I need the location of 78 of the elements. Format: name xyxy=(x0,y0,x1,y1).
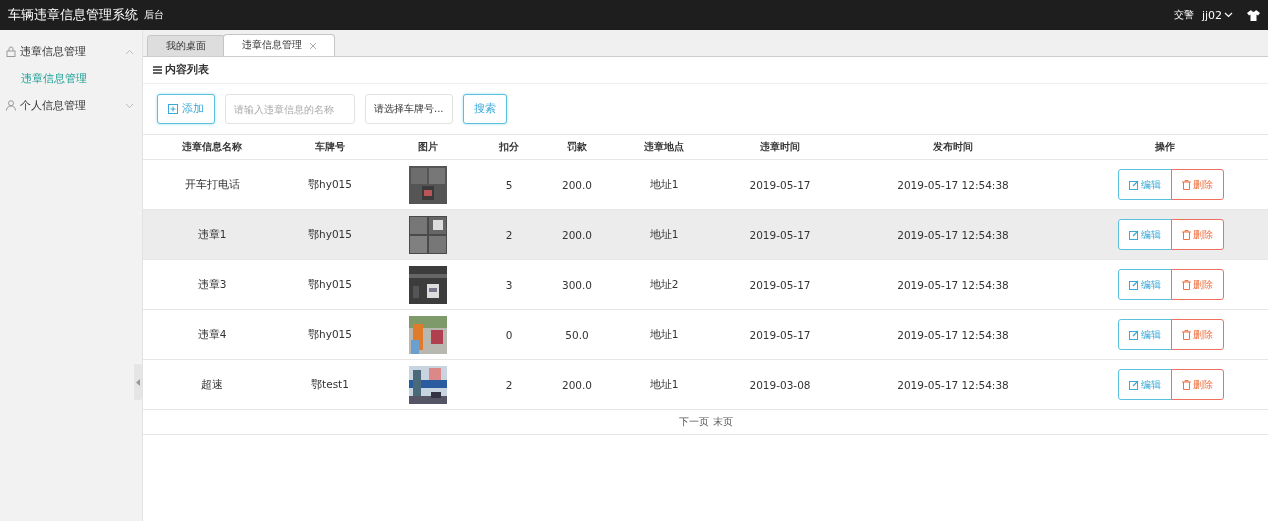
plate-select[interactable]: 请选择车牌号... xyxy=(365,94,453,124)
panel-title: 内容列表 xyxy=(165,63,209,77)
user-menu[interactable]: jj02 xyxy=(1201,8,1233,22)
table-cell: 鄂hy015 xyxy=(308,227,352,242)
edit-icon xyxy=(1129,179,1139,190)
app-title: 车辆违章信息管理系统 xyxy=(8,6,138,24)
table-cell: 2019-03-08 xyxy=(749,378,811,391)
column-header: 车牌号 xyxy=(315,140,345,154)
table-cell: 违章3 xyxy=(197,277,227,292)
chevron-down-icon xyxy=(125,102,134,109)
table-cell: 地址2 xyxy=(649,277,679,292)
shirt-icon[interactable] xyxy=(1247,9,1260,21)
plus-square-icon xyxy=(168,104,178,114)
user-role: 交警 xyxy=(1173,8,1194,22)
table-cell: 违章4 xyxy=(197,327,227,342)
table-cell: 200.0 xyxy=(561,178,593,191)
trash-icon xyxy=(1182,179,1191,190)
menu-icon xyxy=(153,66,162,74)
edit-icon xyxy=(1129,279,1139,290)
table-cell: 2 xyxy=(505,228,513,241)
table-cell: 地址1 xyxy=(649,377,679,392)
column-header: 发布时间 xyxy=(933,140,973,154)
trash-icon xyxy=(1182,329,1191,340)
caret-left-icon xyxy=(136,378,140,386)
edit-icon xyxy=(1129,379,1139,390)
tab[interactable]: 我的桌面 xyxy=(147,35,225,56)
table-cell: 2019-05-17 xyxy=(749,328,811,341)
name-input-field[interactable]: 请输入违章信息的名称 xyxy=(225,94,355,124)
column-header: 图片 xyxy=(418,140,438,154)
table-cell: 2019-05-17 12:54:38 xyxy=(897,328,1009,341)
edit-icon xyxy=(1129,329,1139,340)
trash-icon xyxy=(1182,379,1191,390)
chevron-down-icon xyxy=(1224,12,1233,18)
table-cell: 2019-05-17 12:54:38 xyxy=(897,378,1009,391)
table-cell: 地址1 xyxy=(649,327,679,342)
sidebar-item[interactable]: 违章信息管理 xyxy=(0,38,142,65)
table-cell: 5 xyxy=(505,178,513,191)
table-cell: 200.0 xyxy=(561,378,593,391)
table-cell: 300.0 xyxy=(561,278,593,291)
table-cell: 鄂hy015 xyxy=(308,277,352,292)
trash-icon xyxy=(1182,229,1191,240)
table-cell: 200.0 xyxy=(561,228,593,241)
trash-icon xyxy=(1182,279,1191,290)
chevron-up-icon xyxy=(125,48,134,55)
table-cell: 开车打电话 xyxy=(184,177,240,192)
table-cell: 2019-05-17 xyxy=(749,278,811,291)
lock-icon xyxy=(6,46,16,57)
table-cell: 2019-05-17 12:54:38 xyxy=(897,278,1009,291)
column-header: 违章地点 xyxy=(644,140,684,154)
column-header: 扣分 xyxy=(499,140,519,154)
close-icon[interactable] xyxy=(310,42,316,49)
person-icon xyxy=(6,100,16,111)
collapse-handle[interactable] xyxy=(134,364,142,400)
table-cell: 鄂test1 xyxy=(311,377,349,392)
table-cell: 2019-05-17 12:54:38 xyxy=(897,178,1009,191)
table-cell: 地址1 xyxy=(649,227,679,242)
table-cell: 地址1 xyxy=(649,177,679,192)
table-cell: 2019-05-17 12:54:38 xyxy=(897,228,1009,241)
next-page-link[interactable]: 下一页 xyxy=(678,415,709,429)
table-cell: 0 xyxy=(505,328,513,341)
table-cell: 2019-05-17 xyxy=(749,178,811,191)
sidebar-item[interactable]: 个人信息管理 xyxy=(0,92,142,119)
column-header: 罚款 xyxy=(567,140,587,154)
last-page-link[interactable]: 末页 xyxy=(712,415,733,429)
table-cell: 超速 xyxy=(201,377,223,392)
app-subtitle: 后台 xyxy=(144,8,164,22)
tab[interactable]: 违章信息管理 xyxy=(223,34,335,56)
table-cell: 2 xyxy=(505,378,513,391)
column-header: 违章信息名称 xyxy=(182,140,242,154)
edit-icon xyxy=(1129,229,1139,240)
table-cell: 2019-05-17 xyxy=(749,228,811,241)
column-header: 操作 xyxy=(1154,140,1175,154)
table-cell: 违章1 xyxy=(197,227,227,242)
table-cell: 鄂hy015 xyxy=(308,177,352,192)
table-cell: 鄂hy015 xyxy=(308,327,352,342)
column-header: 违章时间 xyxy=(760,140,800,154)
table-cell: 3 xyxy=(505,278,513,291)
table-cell: 50.0 xyxy=(565,328,589,341)
